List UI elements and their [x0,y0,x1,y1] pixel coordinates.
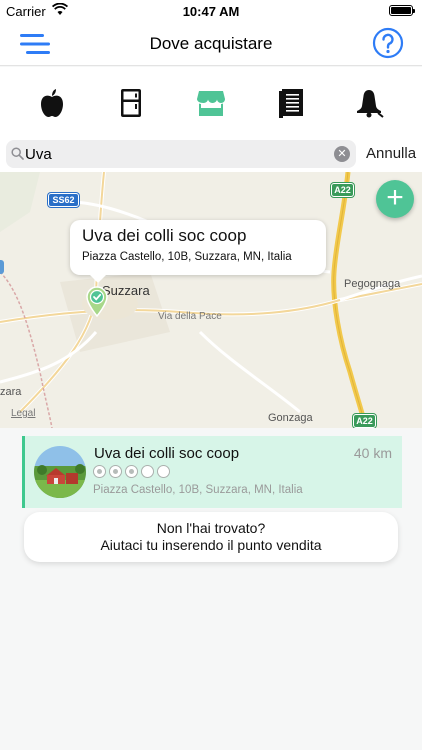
callout-store-address: Piazza Castello, 10B, Suzzara, MN, Itali… [82,251,292,263]
clear-search-icon[interactable]: ✕ [334,146,350,162]
help-icon[interactable] [372,27,404,59]
town-label-suzzara: Suzzara [102,283,150,298]
store-name: Uva dei colli soc coop [94,445,240,462]
rating-dot-filled [93,465,106,478]
store-rating [93,465,170,478]
street-label: Via della Pace [158,311,222,322]
category-bar [0,67,422,138]
category-tab-stores[interactable] [194,86,228,120]
category-tab-food[interactable] [35,86,69,120]
add-store-button[interactable]: + [376,180,414,218]
rating-dot-filled [109,465,122,478]
store-photo [34,446,86,498]
road-shield-a22-north: A22 [331,183,354,197]
legal-link[interactable]: Legal [11,408,35,419]
book-icon [278,88,303,118]
store-address: Piazza Castello, 10B, Suzzara, MN, Itali… [93,484,303,496]
store-distance: 40 km [353,445,392,461]
callout-store-name: Uva dei colli soc coop [82,226,247,245]
category-tab-books[interactable] [274,86,308,120]
suggest-line-1: Non l'hai trovato? [156,520,266,536]
town-label-pegognaga: Pegognaga [344,278,401,290]
rating-dot-empty [157,465,170,478]
map-callout[interactable]: Uva dei colli soc coop Piazza Castello, … [70,220,326,283]
cancel-button[interactable]: Annulla [366,145,416,162]
search-input[interactable] [25,144,325,164]
fridge-icon [121,88,142,117]
town-label-gonzaga: Gonzaga [268,412,313,424]
status-bar: Carrier 10:47 AM [0,0,422,22]
clock: 10:47 AM [182,4,240,19]
offscreen-marker [0,260,4,274]
battery-icon [389,5,415,16]
category-tab-appliances[interactable] [114,86,148,120]
rating-dot-empty [141,465,154,478]
rating-dot-filled [125,465,138,478]
map-view[interactable]: SS62 A22 A22 Suzzara Pegognaga Gonzaga z… [0,172,422,428]
search-bar: ✕ Annulla [0,138,422,172]
map-roads [0,172,422,428]
location-pin-icon[interactable] [85,286,109,318]
category-tab-notifications[interactable] [353,86,387,120]
apple-icon [40,88,63,117]
suggest-store-button[interactable]: Non l'hai trovato? Aiutaci tu inserendo … [24,512,398,562]
road-shield-ss62: SS62 [48,193,79,207]
suggest-line-2: Aiutaci tu inserendo il punto vendita [100,537,322,553]
bell-icon [357,89,384,118]
page-title: Dove acquistare [149,34,273,53]
store-icon [196,90,225,116]
search-icon [11,147,24,160]
search-field: ✕ [6,140,356,168]
nav-bar: Dove acquistare [0,22,422,66]
road-shield-a22-south: A22 [353,414,376,428]
store-list-item[interactable]: Uva dei colli soc coop 40 km Piazza Cast… [22,436,402,508]
town-label-partial: zara [0,386,22,398]
